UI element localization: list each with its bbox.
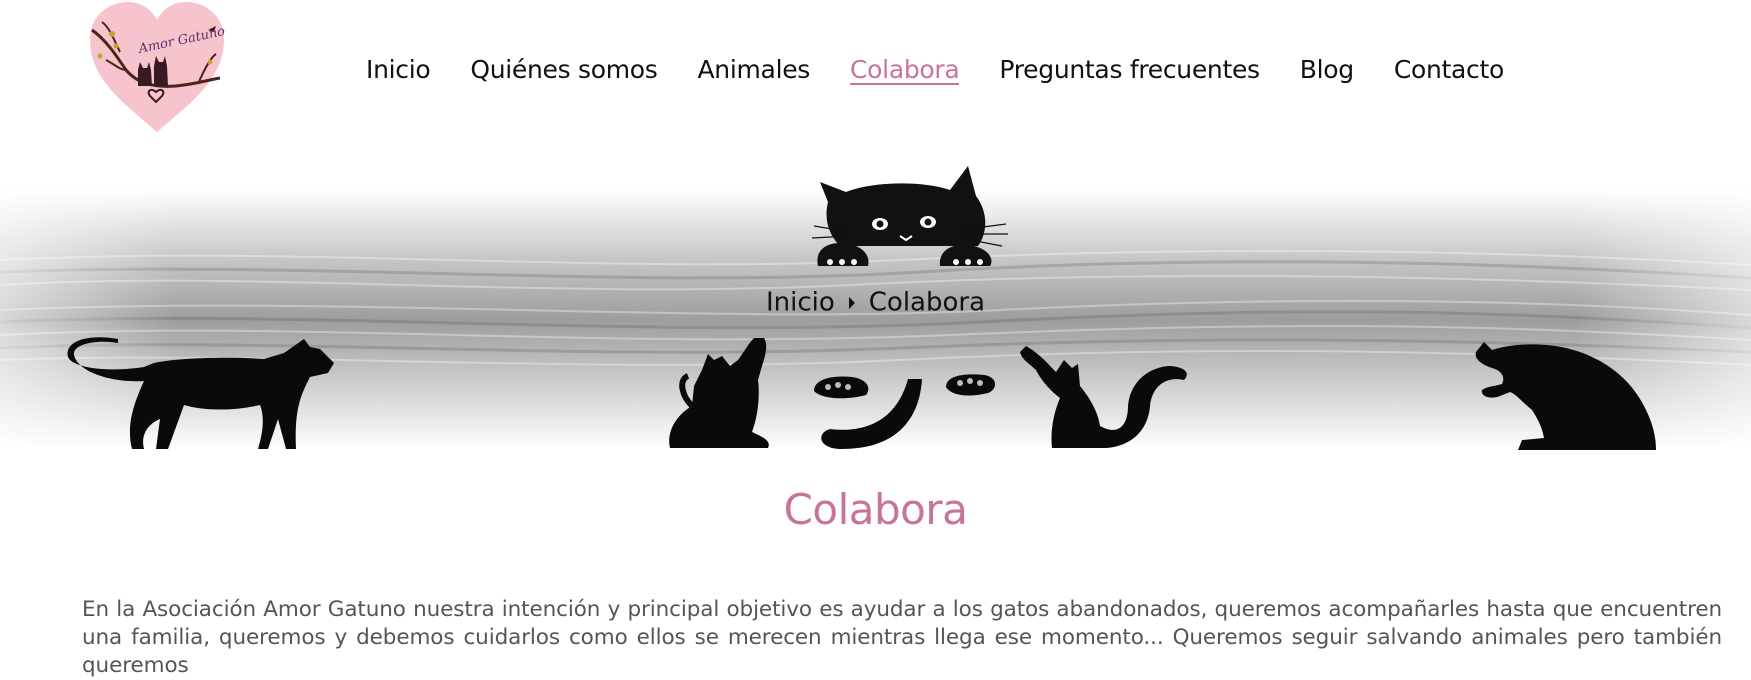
breadcrumb-separator-icon bbox=[848, 296, 855, 309]
cat-paws-tail-silhouette-icon bbox=[814, 374, 996, 449]
nav-item-quienes-somos[interactable]: Quiénes somos bbox=[470, 50, 657, 90]
amor-gatuno-logo[interactable]: Amor Gatuno bbox=[86, 0, 228, 136]
grooming-cat-silhouette-icon bbox=[1475, 342, 1656, 450]
breadcrumb-home-link[interactable]: Inicio bbox=[766, 288, 835, 318]
reaching-cat-silhouette-icon bbox=[1020, 346, 1187, 448]
nav-item-animales[interactable]: Animales bbox=[698, 50, 811, 90]
walking-cat-silhouette-icon bbox=[67, 337, 335, 449]
active-nav-underline bbox=[850, 83, 960, 85]
hero-banner: Inicio Colabora bbox=[0, 140, 1751, 450]
breadcrumb: Inicio Colabora bbox=[0, 287, 1751, 318]
site-header: Amor Gatuno Inicio Quiénes somos Animale… bbox=[0, 0, 1751, 140]
nav-item-preguntas-frecuentes[interactable]: Preguntas frecuentes bbox=[999, 50, 1260, 90]
page-title: Colabora bbox=[783, 485, 968, 534]
nav-item-blog[interactable]: Blog bbox=[1300, 50, 1354, 90]
breadcrumb-current: Colabora bbox=[868, 287, 986, 318]
intro-paragraph: En la Asociación Amor Gatuno nuestra int… bbox=[82, 597, 1722, 678]
heart-logo-icon bbox=[90, 2, 224, 132]
playing-cat-silhouette-icon bbox=[669, 338, 769, 448]
peeking-cat-icon bbox=[811, 166, 1008, 266]
nav-item-inicio[interactable]: Inicio bbox=[366, 50, 431, 90]
nav-item-contacto[interactable]: Contacto bbox=[1394, 50, 1504, 90]
